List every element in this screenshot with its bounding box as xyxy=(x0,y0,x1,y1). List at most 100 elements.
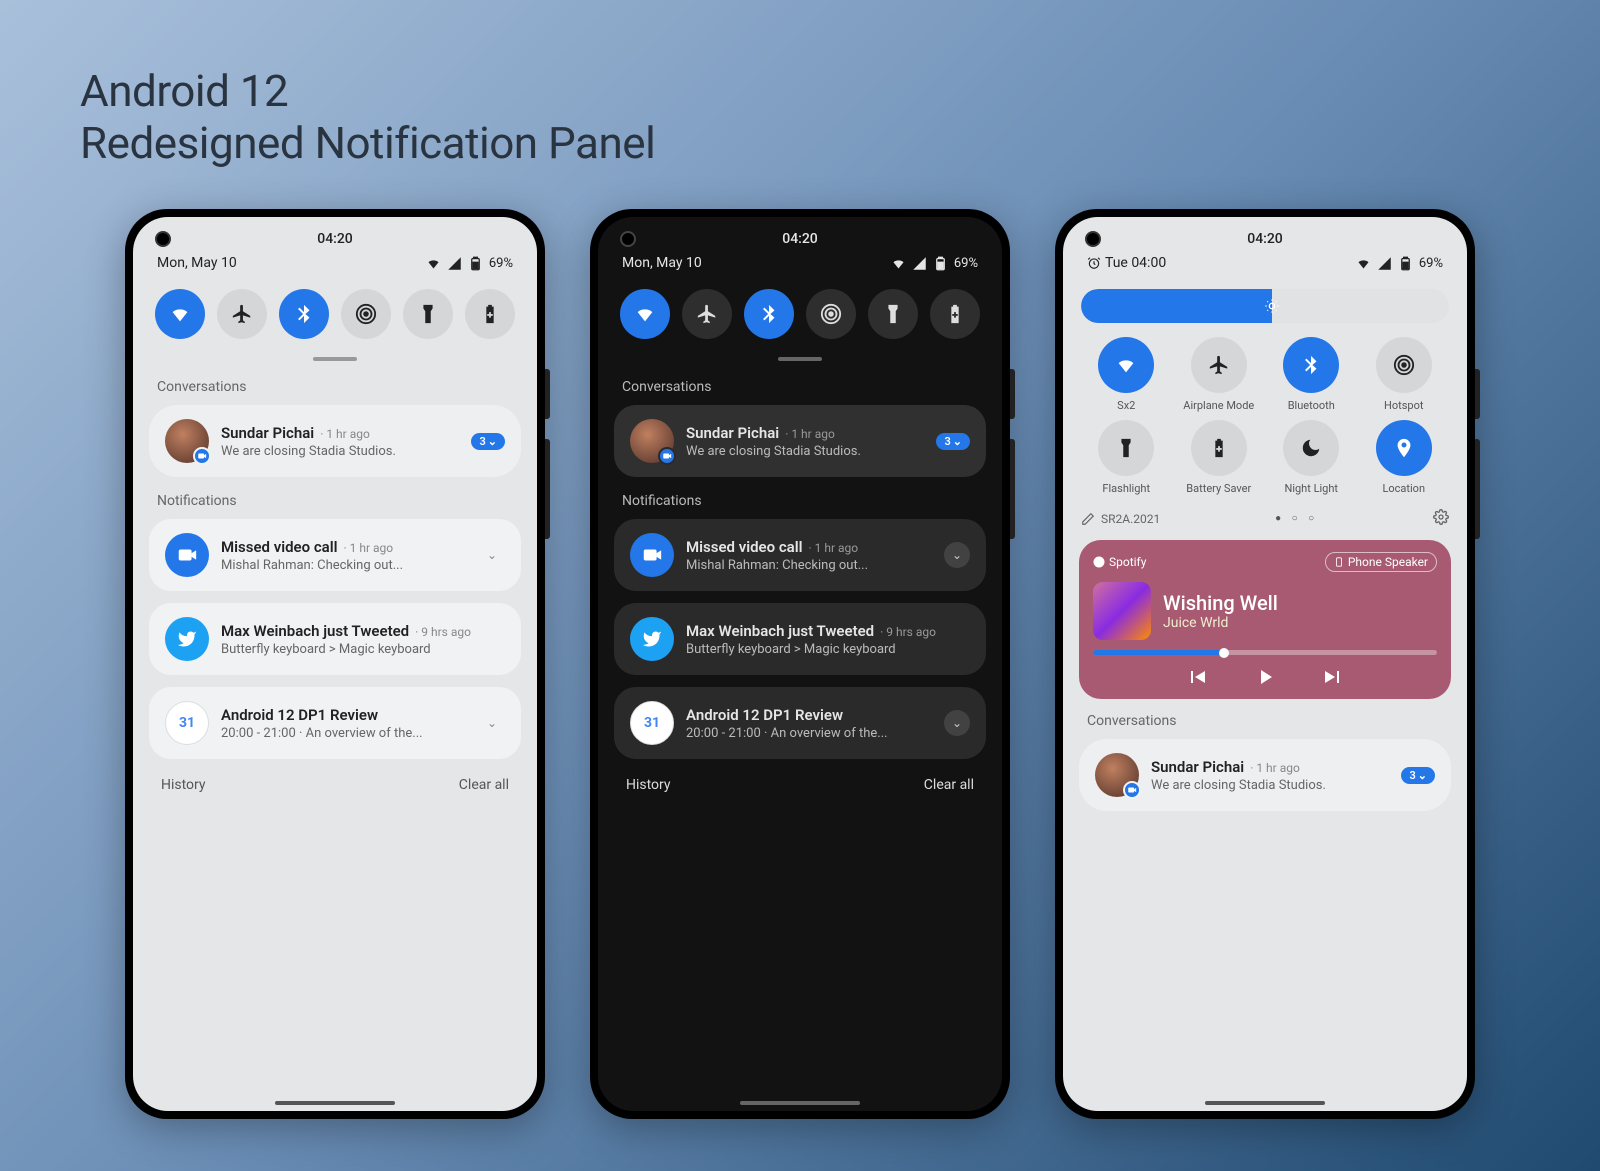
drag-handle[interactable] xyxy=(313,357,357,361)
conversation-card[interactable]: Sundar Pichai · 1 hr ago We are closing … xyxy=(1079,739,1451,811)
signal-icon xyxy=(912,256,927,271)
quick-settings-row xyxy=(133,283,537,347)
media-output-chip[interactable]: Phone Speaker xyxy=(1325,552,1437,572)
qs-airplane-button[interactable] xyxy=(217,289,267,339)
expand-chevron[interactable]: ⌄ xyxy=(944,542,970,568)
twitter-icon xyxy=(165,617,209,661)
qs-battery-saver-button[interactable] xyxy=(1191,420,1247,476)
page-title-line1: Android 12 xyxy=(80,65,1520,117)
status-bar-time: 04:20 xyxy=(133,217,537,251)
qs-tile-label: Flashlight xyxy=(1102,482,1150,495)
conversation-name: Sundar Pichai xyxy=(1151,758,1244,776)
notification-title: Max Weinbach just Tweeted xyxy=(221,622,409,640)
battery-icon xyxy=(933,256,948,271)
expand-chevron[interactable]: ⌄ xyxy=(479,542,505,568)
conversations-header: Conversations xyxy=(1063,709,1467,739)
status-alarm: Tue 04:00 xyxy=(1087,255,1166,271)
qs-tile-label: Bluetooth xyxy=(1288,399,1335,412)
notification-text: Mishal Rahman: Checking out... xyxy=(221,558,467,573)
qs-airplane-button[interactable] xyxy=(1191,337,1247,393)
qs-flashlight-button[interactable] xyxy=(403,289,453,339)
qs-bluetooth-button[interactable] xyxy=(279,289,329,339)
nav-handle[interactable] xyxy=(275,1101,395,1105)
track-artist: Juice Wrld xyxy=(1163,615,1278,631)
notification-card[interactable]: 31 Android 12 DP1 Review 20:00 - 21:00 ·… xyxy=(614,687,986,759)
qs-wifi-button[interactable] xyxy=(155,289,205,339)
notification-card[interactable]: Missed video call · 1 hr ago Mishal Rahm… xyxy=(149,519,521,591)
conversation-text: We are closing Stadia Studios. xyxy=(221,444,459,459)
previous-track-button[interactable] xyxy=(1185,665,1209,689)
expand-chevron[interactable]: ⌄ xyxy=(479,710,505,736)
conversation-card[interactable]: Sundar Pichai · 1 hr ago We are closing … xyxy=(149,405,521,477)
punch-hole-camera xyxy=(620,231,636,247)
wifi-icon xyxy=(1356,256,1371,271)
expand-chevron[interactable]: ⌄ xyxy=(944,710,970,736)
qs-bluetooth-button[interactable] xyxy=(1283,337,1339,393)
qs-location-button[interactable] xyxy=(1376,420,1432,476)
qs-wifi-button[interactable] xyxy=(1098,337,1154,393)
history-button[interactable]: History xyxy=(161,777,206,793)
notification-text: 20:00 - 21:00 · An overview of the... xyxy=(686,726,932,741)
edit-icon[interactable] xyxy=(1081,512,1095,526)
brightness-slider[interactable] xyxy=(1081,289,1449,323)
status-date: Mon, May 10 xyxy=(622,255,702,271)
conversation-count-badge[interactable]: 3⌄ xyxy=(1401,767,1435,784)
nav-handle[interactable] xyxy=(1205,1101,1325,1105)
twitter-icon xyxy=(630,617,674,661)
qs-wifi-button[interactable] xyxy=(620,289,670,339)
conversation-meta: 1 hr ago xyxy=(791,427,834,441)
conversation-text: We are closing Stadia Studios. xyxy=(1151,778,1389,793)
punch-hole-camera xyxy=(1085,231,1101,247)
conversation-count-badge[interactable]: 3⌄ xyxy=(471,433,505,450)
conversation-text: We are closing Stadia Studios. xyxy=(686,444,924,459)
qs-tile-label: Location xyxy=(1382,482,1425,495)
notification-text: Butterfly keyboard > Magic keyboard xyxy=(686,642,970,657)
battery-icon xyxy=(1398,256,1413,271)
qs-flashlight-button[interactable] xyxy=(868,289,918,339)
video-call-icon xyxy=(630,533,674,577)
qs-battery-saver-button[interactable] xyxy=(465,289,515,339)
nav-handle[interactable] xyxy=(740,1101,860,1105)
notification-card[interactable]: Missed video call · 1 hr ago Mishal Rahm… xyxy=(614,519,986,591)
play-button[interactable] xyxy=(1253,665,1277,689)
conversation-count-badge[interactable]: 3⌄ xyxy=(936,433,970,450)
wifi-icon xyxy=(891,256,906,271)
qs-flashlight-button[interactable] xyxy=(1098,420,1154,476)
status-indicators: 69% xyxy=(1356,256,1443,271)
notification-card[interactable]: Max Weinbach just Tweeted · 9 hrs ago Bu… xyxy=(614,603,986,675)
notification-card[interactable]: Max Weinbach just Tweeted · 9 hrs ago Bu… xyxy=(149,603,521,675)
qs-hotspot-button[interactable] xyxy=(1376,337,1432,393)
notification-card[interactable]: 31 Android 12 DP1 Review 20:00 - 21:00 ·… xyxy=(149,687,521,759)
notification-meta: 9 hrs ago xyxy=(886,625,936,639)
battery-percent: 69% xyxy=(1419,256,1443,271)
qs-airplane-button[interactable] xyxy=(682,289,732,339)
notification-text: Butterfly keyboard > Magic keyboard xyxy=(221,642,505,657)
page-indicator: ● ○ ○ xyxy=(1166,513,1427,524)
qs-bluetooth-button[interactable] xyxy=(744,289,794,339)
signal-icon xyxy=(447,256,462,271)
media-progress-bar[interactable] xyxy=(1093,650,1437,655)
clear-all-button[interactable]: Clear all xyxy=(459,777,509,793)
media-player-card[interactable]: Spotify Phone Speaker Wishing Well Juice… xyxy=(1079,540,1451,699)
notification-text: Mishal Rahman: Checking out... xyxy=(686,558,932,573)
qs-hotspot-button[interactable] xyxy=(806,289,856,339)
qs-battery-saver-button[interactable] xyxy=(930,289,980,339)
settings-gear-icon[interactable] xyxy=(1433,509,1449,528)
clear-all-button[interactable]: Clear all xyxy=(924,777,974,793)
conversation-card[interactable]: Sundar Pichai · 1 hr ago We are closing … xyxy=(614,405,986,477)
notification-text: 20:00 - 21:00 · An overview of the... xyxy=(221,726,467,741)
notifications-header: Notifications xyxy=(598,489,1002,519)
qs-hotspot-button[interactable] xyxy=(341,289,391,339)
status-indicators: 69% xyxy=(426,256,513,271)
status-date: Mon, May 10 xyxy=(157,255,237,271)
conversation-meta: 1 hr ago xyxy=(1256,761,1299,775)
history-button[interactable]: History xyxy=(626,777,671,793)
page-title-line2: Redesigned Notification Panel xyxy=(80,117,1520,169)
next-track-button[interactable] xyxy=(1321,665,1345,689)
alarm-icon xyxy=(1087,256,1101,270)
build-label: SR2A.2021 xyxy=(1101,512,1160,526)
qs-night-light-button[interactable] xyxy=(1283,420,1339,476)
drag-handle[interactable] xyxy=(778,357,822,361)
punch-hole-camera xyxy=(155,231,171,247)
notification-title: Android 12 DP1 Review xyxy=(221,706,378,724)
